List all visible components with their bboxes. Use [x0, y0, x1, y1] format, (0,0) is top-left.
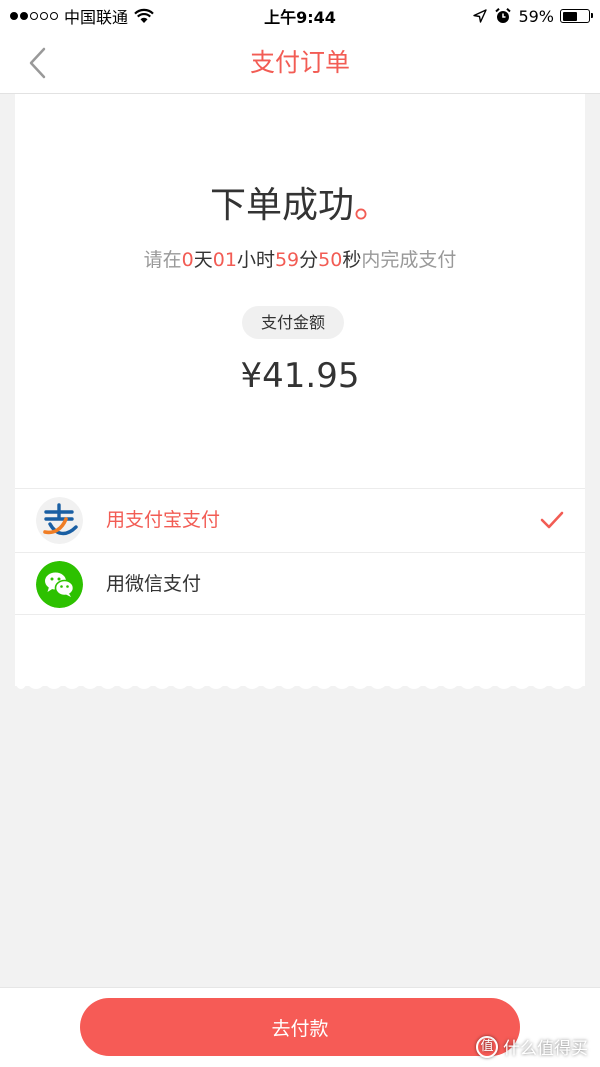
- payment-option-wechat[interactable]: 用微信支付: [15, 552, 585, 615]
- order-success-title: 下单成功。: [15, 176, 585, 228]
- countdown-seconds-unit: 秒: [342, 249, 362, 271]
- status-left: 中国联通: [10, 4, 154, 28]
- battery-icon: [560, 9, 593, 23]
- navigation-bar: 支付订单: [0, 32, 600, 94]
- location-arrow-icon: [473, 9, 488, 23]
- countdown-hours: 01: [212, 249, 237, 271]
- card-scalloped-edge: [15, 680, 585, 689]
- amount-label-badge: 支付金额: [242, 306, 344, 339]
- signal-strength-icon: [10, 12, 58, 20]
- success-text: 下单成功: [209, 185, 354, 226]
- countdown-days-unit: 天: [193, 249, 213, 271]
- watermark: 值 什么值得买: [476, 1034, 588, 1059]
- order-card: 下单成功。 请在0天01小时59分50秒内完成支付 支付金额 ¥41.95 用支…: [15, 94, 585, 686]
- pay-now-button[interactable]: 去付款: [80, 998, 520, 1056]
- checkmark-icon: [540, 511, 564, 529]
- countdown-hours-unit: 小时: [236, 249, 275, 271]
- countdown-minutes-unit: 分: [299, 249, 319, 271]
- payment-option-label: 用微信支付: [106, 573, 202, 595]
- countdown-seconds: 50: [318, 249, 343, 271]
- page-title: 支付订单: [249, 48, 350, 77]
- alipay-icon: [36, 497, 83, 544]
- status-right: 59%: [472, 6, 593, 26]
- wechat-icon: [36, 561, 83, 608]
- payment-option-label: 用支付宝支付: [106, 509, 221, 531]
- watermark-text: 什么值得买: [503, 1039, 588, 1059]
- watermark-badge: 值: [476, 1035, 498, 1058]
- wifi-icon: [134, 8, 154, 23]
- countdown-minutes: 59: [274, 249, 300, 271]
- payment-countdown: 请在0天01小时59分50秒内完成支付: [15, 245, 585, 272]
- payment-option-alipay[interactable]: 用支付宝支付: [15, 488, 585, 551]
- payment-amount: ¥41.95: [240, 356, 360, 396]
- alarm-clock-icon: [495, 8, 512, 23]
- bottom-action-bar: 去付款 值 什么值得买: [0, 987, 600, 1067]
- countdown-days: 0: [181, 249, 194, 271]
- countdown-suffix: 内完成支付: [361, 249, 457, 271]
- success-mark: 。: [354, 185, 391, 226]
- countdown-prefix: 请在: [143, 249, 182, 271]
- status-bar: 中国联通 上午9:44 59%: [0, 0, 600, 32]
- carrier-name: 中国联通: [64, 8, 129, 27]
- battery-percent: 59%: [518, 6, 554, 26]
